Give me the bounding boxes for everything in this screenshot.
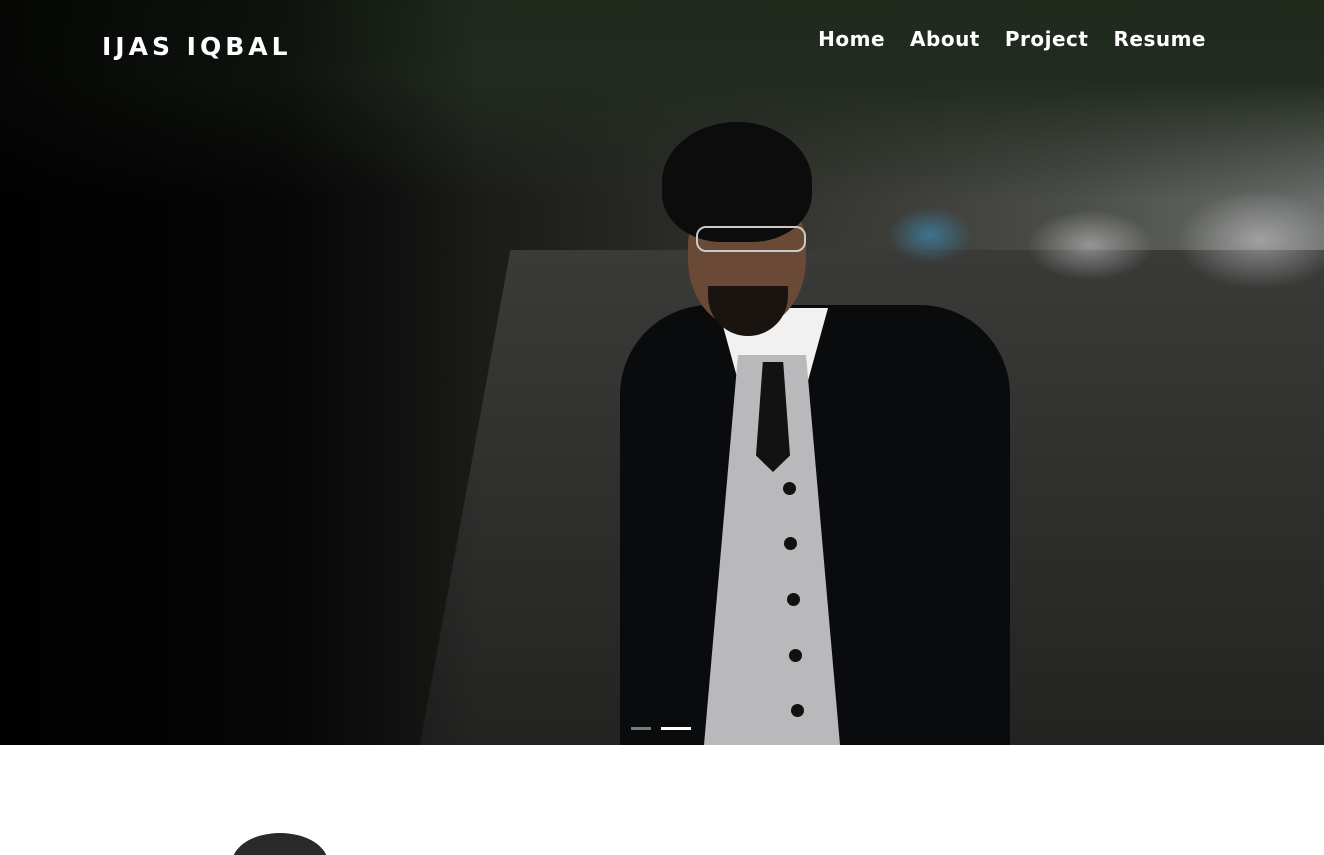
about-section xyxy=(0,745,1324,855)
carousel-indicator-1[interactable] xyxy=(631,727,651,730)
hero-portrait-photo xyxy=(600,110,1020,745)
nav-project-link[interactable]: Project xyxy=(1005,27,1089,51)
carousel-indicator-2[interactable] xyxy=(661,727,691,730)
nav-home-link[interactable]: Home xyxy=(818,27,885,51)
glasses xyxy=(696,226,806,252)
nav-about-link[interactable]: About xyxy=(910,27,980,51)
site-brand-logo[interactable]: IJAS IQBAL xyxy=(102,32,292,61)
hero-dark-overlay xyxy=(0,0,480,745)
main-navigation: Home About Project Resume xyxy=(818,24,1206,54)
nav-resume-link[interactable]: Resume xyxy=(1113,27,1206,51)
carousel-indicators xyxy=(631,727,691,730)
profile-photo xyxy=(232,833,328,855)
hero-carousel xyxy=(0,0,1324,745)
